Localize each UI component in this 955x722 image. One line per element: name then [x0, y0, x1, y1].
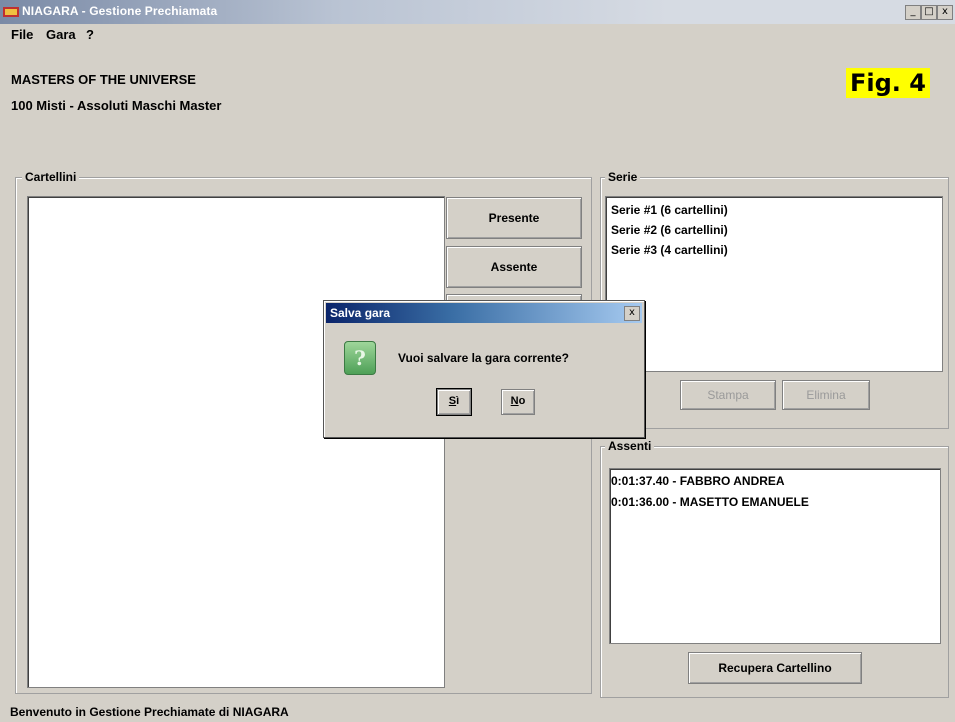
dialog-title: Salva gara: [330, 306, 391, 320]
serie-group-title: Serie: [605, 170, 641, 184]
status-bar-text: Benvenuto in Gestione Prechiamate di NIA…: [10, 705, 289, 719]
window-title: NIAGARA - Gestione Prechiamata: [22, 4, 218, 18]
presente-button[interactable]: Presente: [446, 197, 582, 239]
assenti-group-title: Assenti: [605, 439, 655, 453]
maximize-button[interactable]: □: [921, 5, 937, 20]
serie-list[interactable]: Serie #1 (6 cartellini) Serie #2 (6 cart…: [605, 196, 943, 372]
minimize-button[interactable]: _: [905, 5, 921, 20]
recupera-cartellino-button[interactable]: Recupera Cartellino: [688, 652, 862, 684]
race-title: 100 Misti - Assoluti Maschi Master: [11, 98, 222, 113]
dialog-close-button[interactable]: x: [624, 306, 640, 321]
list-item[interactable]: 0:01:37.40 - FABBRO ANDREA: [611, 474, 785, 488]
save-dialog: Salva gara x ? Vuoi salvare la gara corr…: [323, 300, 645, 438]
list-item[interactable]: Serie #1 (6 cartellini): [611, 203, 728, 217]
no-button[interactable]: No: [501, 389, 535, 415]
app-icon: [3, 7, 19, 17]
cartellini-list[interactable]: [27, 196, 445, 688]
no-label-rest: o: [518, 395, 526, 407]
close-button[interactable]: x: [937, 5, 953, 20]
stampa-button[interactable]: Stampa: [680, 380, 776, 410]
assenti-list[interactable]: 0:01:37.40 - FABBRO ANDREA 0:01:36.00 - …: [609, 468, 941, 644]
assente-button[interactable]: Assente: [446, 246, 582, 288]
dialog-message: Vuoi salvare la gara corrente?: [398, 351, 569, 365]
dialog-titlebar[interactable]: Salva gara x: [326, 303, 642, 323]
menu-help[interactable]: ?: [86, 27, 94, 42]
question-icon: ?: [344, 341, 376, 375]
list-item[interactable]: Serie #3 (4 cartellini): [611, 243, 728, 257]
elimina-button[interactable]: Elimina: [782, 380, 870, 410]
list-item[interactable]: 0:01:36.00 - MASETTO EMANUELE: [611, 495, 809, 509]
menu-bar: [0, 24, 955, 46]
yes-button[interactable]: Sì: [436, 388, 472, 416]
menu-file[interactable]: File: [11, 27, 33, 42]
event-title: MASTERS OF THE UNIVERSE: [11, 72, 196, 87]
cartellini-group-title: Cartellini: [22, 170, 80, 184]
yes-label-rest: ì: [456, 395, 460, 407]
figure-label: Fig. 4: [846, 68, 930, 98]
window-titlebar[interactable]: NIAGARA - Gestione Prechiamata _ □ x: [0, 0, 955, 24]
menu-gara[interactable]: Gara: [46, 27, 76, 42]
list-item[interactable]: Serie #2 (6 cartellini): [611, 223, 728, 237]
no-mnemonic: N: [510, 395, 519, 407]
